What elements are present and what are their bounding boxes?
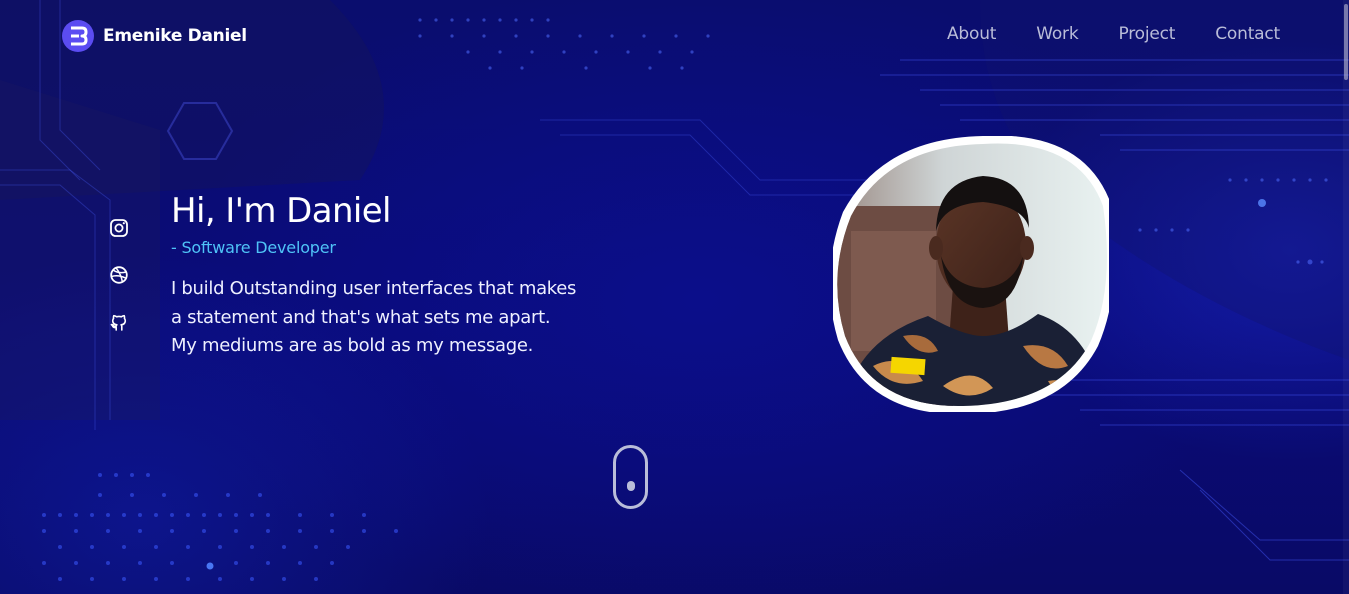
nav-link-work[interactable]: Work	[1036, 24, 1078, 44]
nav-link-project[interactable]: Project	[1118, 24, 1175, 44]
dribbble-icon[interactable]	[109, 265, 129, 285]
e-monogram-logo-icon	[62, 20, 94, 52]
nav-link-about[interactable]: About	[947, 24, 996, 44]
hero-role: - Software Developer	[171, 238, 336, 257]
brand[interactable]: Emenike Daniel	[62, 20, 247, 52]
bio-line: My mediums are as bold as my message.	[171, 335, 534, 356]
nav-link-contact[interactable]: Contact	[1215, 24, 1280, 44]
page-scrollbar[interactable]	[1343, 0, 1349, 594]
instagram-icon[interactable]	[109, 218, 129, 238]
github-icon[interactable]	[109, 312, 129, 332]
bio-line: I build Outstanding user interfaces that…	[171, 278, 577, 299]
scroll-wheel-dot	[627, 481, 635, 491]
main-nav: About Work Project Contact	[947, 24, 1280, 44]
hero-greeting: Hi, I'm Daniel	[171, 191, 392, 231]
profile-photo	[829, 135, 1115, 415]
scrollbar-thumb[interactable]	[1344, 4, 1348, 80]
hero-section: Hi, I'm Daniel - Software Developer I bu…	[171, 190, 631, 361]
brand-name: Emenike Daniel	[103, 26, 247, 46]
hero-bio: I build Outstanding user interfaces that…	[171, 275, 631, 361]
social-links	[109, 218, 129, 332]
scroll-down-indicator[interactable]	[613, 445, 648, 509]
bio-line: a statement and that's what sets me apar…	[171, 306, 551, 328]
